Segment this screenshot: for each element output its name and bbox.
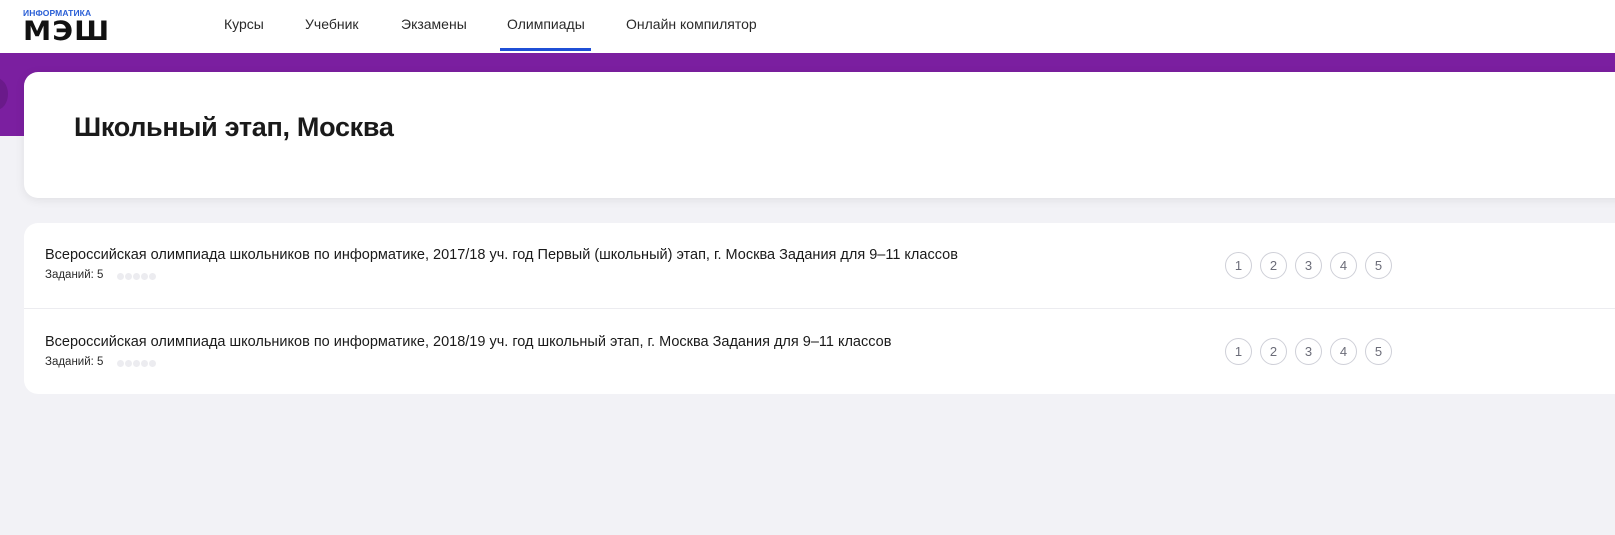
task-buttons: 1 2 3 4 5 [1225,338,1392,365]
task-button[interactable]: 1 [1225,338,1252,365]
star-icon [133,360,140,367]
top-header: ИНФОРМАТИКА МЭШ Курсы Учебник Экзамены О… [0,0,1615,53]
star-icon [117,360,124,367]
olympiad-row[interactable]: Всероссийская олимпиада школьников по ин… [24,223,1615,308]
star-icon [117,273,124,280]
star-icon [141,273,148,280]
olympiad-list: Всероссийская олимпиада школьников по ин… [24,223,1615,394]
task-button[interactable]: 2 [1260,338,1287,365]
nav-item-exams[interactable]: Экзамены [401,16,467,32]
nav-item-online-compiler[interactable]: Онлайн компилятор [626,16,757,32]
star-icon [149,360,156,367]
task-button[interactable]: 3 [1295,338,1322,365]
task-button[interactable]: 5 [1365,338,1392,365]
star-icon [149,273,156,280]
nav-item-olympiads[interactable]: Олимпиады [507,16,585,32]
task-buttons: 1 2 3 4 5 [1225,252,1392,279]
star-icon [133,273,140,280]
active-tab-indicator [500,48,591,51]
task-count: Заданий: 5 [45,269,104,281]
task-button[interactable]: 1 [1225,252,1252,279]
logo-title: МЭШ [23,16,111,47]
olympiad-title[interactable]: Всероссийская олимпиада школьников по ин… [45,247,958,263]
task-button[interactable]: 4 [1330,338,1357,365]
task-button[interactable]: 2 [1260,252,1287,279]
page-title: Школьный этап, Москва [74,112,394,142]
task-button[interactable]: 5 [1365,252,1392,279]
star-icon [125,273,132,280]
difficulty-rating [117,360,156,367]
nav-item-textbook[interactable]: Учебник [305,16,359,32]
task-count: Заданий: 5 [45,356,104,368]
star-icon [141,360,148,367]
olympiad-title[interactable]: Всероссийская олимпиада школьников по ин… [45,334,891,350]
star-icon [125,360,132,367]
difficulty-rating [117,273,156,280]
nav-item-courses[interactable]: Курсы [224,16,264,32]
title-card: Школьный этап, Москва [24,72,1615,198]
task-button[interactable]: 3 [1295,252,1322,279]
olympiad-row[interactable]: Всероссийская олимпиада школьников по ин… [24,308,1615,393]
logo[interactable]: ИНФОРМАТИКА МЭШ [23,8,109,47]
task-button[interactable]: 4 [1330,252,1357,279]
